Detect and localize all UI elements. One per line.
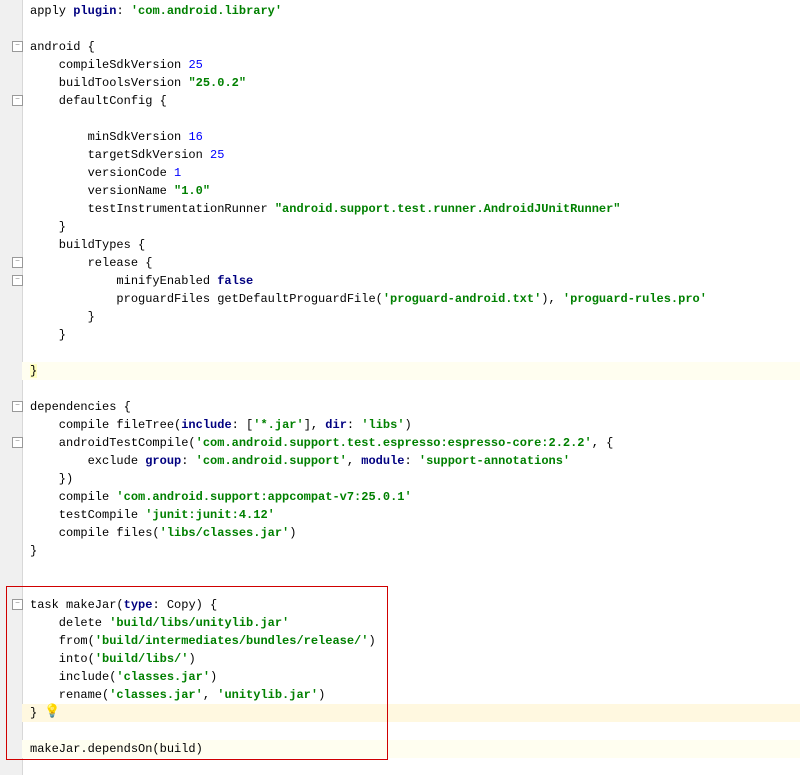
code-line[interactable]: }: [30, 326, 800, 344]
keyword: false: [217, 274, 253, 288]
code-line[interactable]: task makeJar(type: Copy) {: [30, 596, 800, 614]
code-line[interactable]: [30, 578, 800, 596]
code-line[interactable]: into('build/libs/'): [30, 650, 800, 668]
text: testInstrumentationRunner: [30, 202, 275, 216]
code-line[interactable]: [30, 344, 800, 362]
code-line[interactable]: }: [30, 542, 800, 560]
text: versionName: [30, 184, 174, 198]
text: apply: [30, 4, 66, 18]
code-line[interactable]: targetSdkVersion 25: [30, 146, 800, 164]
code-line[interactable]: }: [30, 362, 800, 380]
number: 16: [188, 130, 202, 144]
text: minifyEnabled: [30, 274, 217, 288]
text: compileSdkVersion: [30, 58, 188, 72]
string: 'com.android.library': [131, 4, 282, 18]
code-line[interactable]: apply plugin: 'com.android.library': [30, 2, 800, 20]
code-line[interactable]: compile 'com.android.support:appcompat-v…: [30, 488, 800, 506]
code-line[interactable]: }: [30, 308, 800, 326]
code-line[interactable]: minSdkVersion 16: [30, 128, 800, 146]
code-line[interactable]: rename('classes.jar', 'unitylib.jar'): [30, 686, 800, 704]
code-line[interactable]: exclude group: 'com.android.support', mo…: [30, 452, 800, 470]
code-line[interactable]: buildTypes {: [30, 236, 800, 254]
editor-gutter: [0, 0, 23, 775]
text: minSdkVersion: [30, 130, 188, 144]
code-line[interactable]: androidTestCompile('com.android.support.…: [30, 434, 800, 452]
text: buildTypes {: [30, 238, 145, 252]
lightbulb-icon[interactable]: 💡: [44, 704, 60, 719]
code-line[interactable]: versionName "1.0": [30, 182, 800, 200]
string: 'proguard-android.txt': [383, 292, 541, 306]
code-line[interactable]: testInstrumentationRunner "android.suppo…: [30, 200, 800, 218]
code-line[interactable]: include('classes.jar'): [30, 668, 800, 686]
number: 1: [174, 166, 181, 180]
code-line[interactable]: [30, 110, 800, 128]
matching-brace: }: [30, 364, 37, 378]
code-line[interactable]: versionCode 1: [30, 164, 800, 182]
text: }: [30, 220, 66, 234]
number: 25: [210, 148, 224, 162]
code-line[interactable]: buildToolsVersion "25.0.2": [30, 74, 800, 92]
code-line[interactable]: release {: [30, 254, 800, 272]
code-line[interactable]: makeJar.dependsOn(build): [30, 740, 800, 758]
code-line[interactable]: delete 'build/libs/unitylib.jar': [30, 614, 800, 632]
string: 'proguard-rules.pro': [563, 292, 707, 306]
text: }: [30, 328, 66, 342]
text: targetSdkVersion: [30, 148, 210, 162]
number: 25: [188, 58, 202, 72]
text: dependencies {: [30, 400, 131, 414]
text: buildToolsVersion: [30, 76, 188, 90]
text: proguardFiles getDefaultProguardFile(: [30, 292, 383, 306]
string: "1.0": [174, 184, 210, 198]
code-line[interactable]: [30, 380, 800, 398]
code-content[interactable]: apply plugin: 'com.android.library' andr…: [22, 0, 800, 758]
code-line[interactable]: android {: [30, 38, 800, 56]
code-line[interactable]: from('build/intermediates/bundles/releas…: [30, 632, 800, 650]
code-editor[interactable]: apply plugin: 'com.android.library' andr…: [0, 0, 800, 775]
code-line[interactable]: }): [30, 470, 800, 488]
code-line[interactable]: [30, 20, 800, 38]
code-line[interactable]: [30, 560, 800, 578]
string: "25.0.2": [188, 76, 246, 90]
code-line[interactable]: compile files('libs/classes.jar'): [30, 524, 800, 542]
code-line[interactable]: dependencies {: [30, 398, 800, 416]
text: release {: [30, 256, 152, 270]
text: android {: [30, 40, 95, 54]
code-line[interactable]: [30, 722, 800, 740]
code-line[interactable]: testCompile 'junit:junit:4.12': [30, 506, 800, 524]
code-line[interactable]: }: [30, 218, 800, 236]
code-line[interactable]: proguardFiles getDefaultProguardFile('pr…: [30, 290, 800, 308]
code-line[interactable]: }: [30, 704, 800, 722]
string: "android.support.test.runner.AndroidJUni…: [275, 202, 621, 216]
code-line[interactable]: compileSdkVersion 25: [30, 56, 800, 74]
text: defaultConfig {: [30, 94, 167, 108]
code-line[interactable]: compile fileTree(include: ['*.jar'], dir…: [30, 416, 800, 434]
text: versionCode: [30, 166, 174, 180]
code-line[interactable]: minifyEnabled false: [30, 272, 800, 290]
keyword: plugin: [73, 4, 116, 18]
text: }: [30, 310, 95, 324]
code-line[interactable]: defaultConfig {: [30, 92, 800, 110]
